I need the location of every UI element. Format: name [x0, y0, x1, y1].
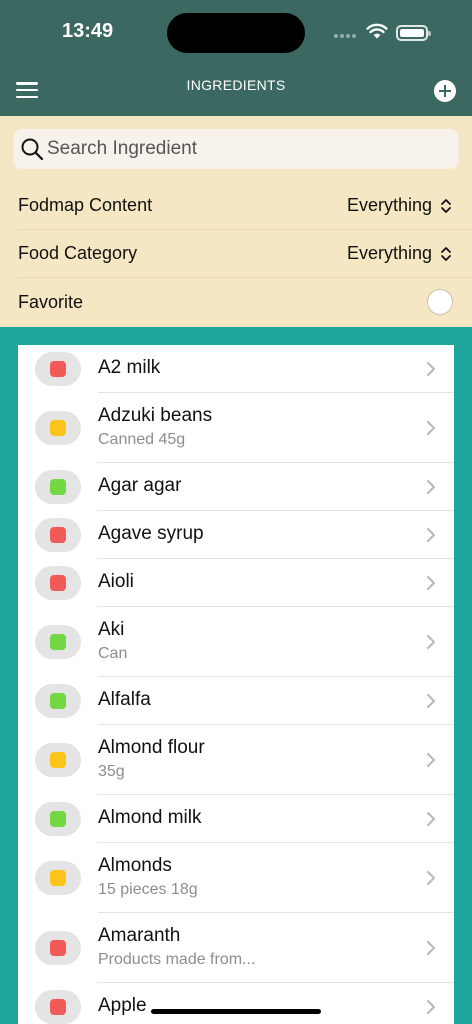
- favorite-filter-label: Favorite: [18, 291, 84, 312]
- chevron-right-icon: [427, 694, 435, 708]
- chevron-right-icon: [427, 480, 435, 494]
- fodmap-level-dot: [50, 811, 66, 827]
- ingredient-row[interactable]: Adzuki beans Canned 45g: [18, 393, 454, 463]
- fodmap-level-indicator: [35, 931, 81, 965]
- ingredient-list: A2 milk Adzuki beans Canned 45g Agar agar Ag…: [18, 345, 454, 1024]
- search-bar[interactable]: [13, 129, 459, 169]
- ingredient-name: Almonds: [98, 855, 172, 876]
- wifi-icon: [366, 23, 388, 39]
- fodmap-level-indicator: [35, 566, 81, 600]
- fodmap-filter-select[interactable]: Everything: [347, 195, 452, 216]
- ingredient-name: Amaranth: [98, 925, 181, 946]
- ingredient-name: Aki: [98, 619, 125, 640]
- chevron-right-icon: [427, 941, 435, 955]
- add-ingredient-button[interactable]: [434, 80, 456, 102]
- ingredient-row[interactable]: Amaranth Products made from...: [18, 913, 454, 983]
- food-category-filter-value: Everything: [346, 243, 432, 263]
- fodmap-level-dot: [50, 693, 66, 709]
- nav-header: 13:49 INGREDIENTS: [0, 0, 472, 116]
- favorite-toggle[interactable]: [427, 289, 453, 315]
- fodmap-level-dot: [50, 420, 66, 436]
- fodmap-level-indicator: [35, 802, 81, 836]
- fodmap-level-indicator: [35, 743, 81, 777]
- ingredient-detail: Products made from...: [98, 951, 256, 968]
- fodmap-level-dot: [50, 752, 66, 768]
- ingredient-name: A2 milk: [98, 357, 161, 378]
- ingredient-name: Almond flour: [98, 737, 205, 758]
- ingredient-detail: 35g: [98, 763, 125, 780]
- ingredient-name: Adzuki beans: [98, 405, 213, 426]
- ingredient-row[interactable]: Almond flour 35g: [18, 725, 454, 795]
- status-time: 13:49: [62, 20, 114, 42]
- ingredient-row[interactable]: Agave syrup: [18, 511, 454, 559]
- ingredient-name: Agave syrup: [98, 523, 204, 544]
- ingredient-row[interactable]: Alfalfa: [18, 677, 454, 725]
- ingredient-name: Apple: [98, 995, 147, 1016]
- fodmap-level-dot: [50, 575, 66, 591]
- chevron-up-down-icon: [441, 198, 451, 213]
- ingredient-row[interactable]: Aki Can: [18, 607, 454, 677]
- chevron-right-icon: [427, 812, 435, 826]
- fodmap-level-indicator: [35, 411, 81, 445]
- fodmap-level-dot: [50, 634, 66, 650]
- fodmap-level-indicator: [35, 625, 81, 659]
- food-category-filter-row[interactable]: Food Category Everything: [18, 230, 472, 278]
- fodmap-level-indicator: [35, 518, 81, 552]
- ingredient-row[interactable]: Agar agar: [18, 463, 454, 511]
- ingredient-row[interactable]: A2 milk: [18, 345, 454, 393]
- ingredient-detail: Canned 45g: [98, 431, 186, 448]
- search-icon: [21, 138, 44, 161]
- fodmap-filter-row[interactable]: Fodmap Content Everything: [18, 182, 472, 230]
- chevron-right-icon: [427, 421, 435, 435]
- fodmap-level-dot: [50, 999, 66, 1015]
- fodmap-level-indicator: [35, 990, 81, 1024]
- fodmap-level-dot: [50, 870, 66, 886]
- ingredient-row[interactable]: Apple: [18, 983, 454, 1024]
- ingredient-name: Alfalfa: [98, 689, 151, 710]
- battery-icon: [396, 25, 431, 41]
- ingredient-row[interactable]: Aioli: [18, 559, 454, 607]
- food-category-filter-label: Food Category: [18, 243, 138, 263]
- fodmap-filter-value: Everything: [346, 195, 432, 215]
- fodmap-level-indicator: [35, 470, 81, 504]
- fodmap-level-dot: [50, 361, 66, 377]
- ingredient-row[interactable]: Almond milk: [18, 795, 454, 843]
- favorite-filter-row: Favorite: [18, 278, 472, 326]
- fodmap-level-indicator: [35, 684, 81, 718]
- search-input[interactable]: [47, 129, 447, 169]
- ingredient-detail: Can: [98, 645, 128, 662]
- chevron-right-icon: [427, 362, 435, 376]
- food-category-filter-select[interactable]: Everything: [347, 243, 452, 264]
- ingredient-detail: 15 pieces 18g: [98, 881, 198, 898]
- fodmap-level-dot: [50, 479, 66, 495]
- fodmap-level-dot: [50, 527, 66, 543]
- chevron-right-icon: [427, 576, 435, 590]
- chevron-up-down-icon: [441, 246, 451, 261]
- cellular-signal-icon: [334, 34, 356, 38]
- ingredient-name: Agar agar: [98, 475, 182, 496]
- fodmap-level-indicator: [35, 861, 81, 895]
- page-title: INGREDIENTS: [186, 77, 286, 93]
- fodmap-level-dot: [50, 940, 66, 956]
- chevron-right-icon: [427, 635, 435, 649]
- ingredient-name: Almond milk: [98, 807, 202, 828]
- ingredient-row[interactable]: Almonds 15 pieces 18g: [18, 843, 454, 913]
- chevron-right-icon: [427, 871, 435, 885]
- home-indicator: [151, 1009, 321, 1014]
- fodmap-filter-label: Fodmap Content: [18, 195, 153, 215]
- dynamic-island: [167, 13, 305, 53]
- fodmap-level-indicator: [35, 352, 81, 386]
- chevron-right-icon: [427, 1000, 435, 1014]
- ingredient-name: Aioli: [98, 571, 134, 592]
- chevron-right-icon: [427, 753, 435, 767]
- chevron-right-icon: [427, 528, 435, 542]
- filter-panel: Fodmap Content Everything Food Category …: [0, 116, 472, 327]
